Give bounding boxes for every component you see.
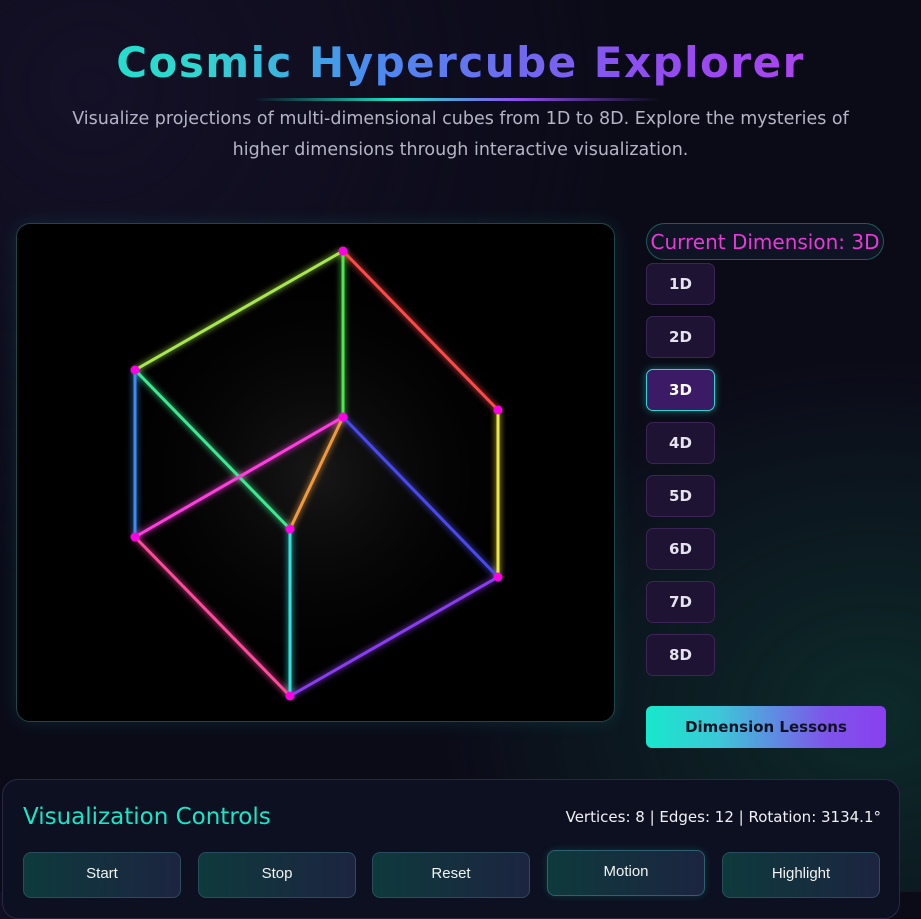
cube-vertex bbox=[338, 246, 348, 256]
cube-vertex bbox=[285, 524, 295, 534]
motion-button[interactable]: Motion bbox=[547, 850, 705, 896]
dimension-button-4d[interactable]: 4D bbox=[646, 422, 715, 464]
stats-readout: Vertices: 8 | Edges: 12 | Rotation: 3134… bbox=[565, 808, 881, 826]
dimension-lessons-button[interactable]: Dimension Lessons bbox=[646, 706, 886, 748]
reset-button[interactable]: Reset bbox=[372, 852, 530, 898]
hypercube-canvas[interactable] bbox=[16, 223, 615, 722]
cube-vertex bbox=[338, 412, 348, 422]
dimension-button-7d[interactable]: 7D bbox=[646, 581, 715, 623]
title-underline bbox=[254, 98, 660, 101]
dimension-button-6d[interactable]: 6D bbox=[646, 528, 715, 570]
dimension-button-5d[interactable]: 5D bbox=[646, 475, 715, 517]
cube-vertex bbox=[130, 532, 140, 542]
page-subtitle: Visualize projections of multi-dimension… bbox=[72, 109, 849, 160]
dimension-button-3d[interactable]: 3D bbox=[646, 369, 715, 411]
dimension-button-2d[interactable]: 2D bbox=[646, 316, 715, 358]
highlight-button[interactable]: Highlight bbox=[722, 852, 880, 898]
cube-vertex bbox=[493, 572, 503, 582]
cube-vertex bbox=[493, 405, 503, 415]
controls-title: Visualization Controls bbox=[23, 804, 271, 830]
cube-vertex bbox=[130, 365, 140, 375]
cube-vertex bbox=[285, 691, 295, 701]
start-button[interactable]: Start bbox=[23, 852, 181, 898]
dimension-button-8d[interactable]: 8D bbox=[646, 634, 715, 676]
page-title: Cosmic Hypercube Explorer bbox=[0, 38, 921, 87]
visualization-controls-panel: Visualization Controls Vertices: 8 | Edg… bbox=[2, 779, 900, 919]
current-dimension-label: Current Dimension: 3D bbox=[646, 223, 884, 260]
dimension-button-1d[interactable]: 1D bbox=[646, 263, 715, 305]
cube-projection bbox=[87, 244, 547, 704]
stop-button[interactable]: Stop bbox=[198, 852, 356, 898]
